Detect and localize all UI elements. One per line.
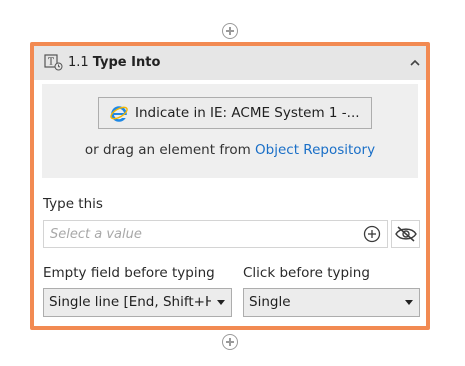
add-activity-above-button[interactable] [222, 23, 238, 39]
object-repository-link[interactable]: Object Repository [255, 142, 375, 158]
activity-title: 1.1 Type Into [68, 46, 160, 80]
indicate-element-button[interactable]: Indicate in IE: ACME System 1 -... [98, 97, 372, 129]
empty-field-select[interactable]: Single line [End, Shift+H [43, 288, 232, 317]
chevron-down-icon [405, 300, 413, 305]
add-activity-below-button[interactable] [222, 334, 238, 350]
plus-circle-icon[interactable] [363, 225, 381, 243]
click-before-label: Click before typing [243, 265, 370, 281]
type-this-field[interactable] [43, 220, 388, 248]
click-before-value: Single [249, 294, 291, 310]
chevron-down-icon [217, 300, 225, 305]
activity-number: 1.1 [68, 55, 89, 70]
svg-text:T: T [48, 58, 54, 68]
type-this-input[interactable] [44, 221, 354, 247]
type-into-activity[interactable]: T 1.1 Type Into Indicate in IE: ACME Syst… [30, 42, 430, 330]
internet-explorer-icon [110, 106, 128, 122]
empty-field-label: Empty field before typing [43, 265, 215, 281]
type-into-icon: T [44, 54, 63, 71]
indicate-panel: Indicate in IE: ACME System 1 -... or dr… [42, 84, 418, 178]
activity-header[interactable]: T 1.1 Type Into [34, 46, 426, 80]
empty-field-value: Single line [End, Shift+H [49, 294, 211, 310]
drag-hint-text: or drag an element from [84, 142, 251, 158]
drag-hint: or drag an element from Object Repositor… [42, 142, 418, 158]
activity-name: Type Into [92, 55, 161, 70]
indicate-button-label: Indicate in IE: ACME System 1 -... [135, 105, 360, 121]
type-this-label: Type this [43, 196, 103, 212]
eye-slash-icon [394, 226, 417, 242]
chevron-up-icon[interactable] [408, 56, 422, 70]
click-before-select[interactable]: Single [243, 288, 420, 317]
toggle-visibility-button[interactable] [391, 220, 420, 248]
